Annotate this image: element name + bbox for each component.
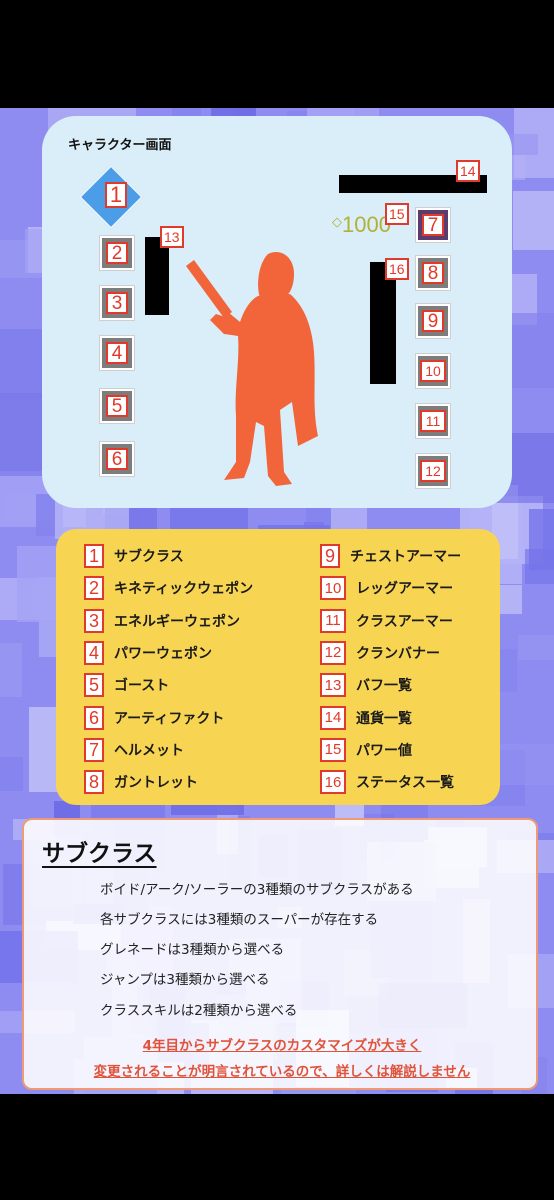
legend-item: 11 クラスアーマー xyxy=(320,608,453,633)
legend-item: 3 エネルギーウェポン xyxy=(84,608,240,633)
slot-number-2: 2 xyxy=(106,242,128,264)
legend-label: パワー値 xyxy=(356,742,412,759)
slot-number-4: 4 xyxy=(106,342,128,364)
legend-number: 13 xyxy=(320,673,346,698)
background-tile xyxy=(0,643,22,697)
background-tile xyxy=(525,549,554,584)
legend-number: 9 xyxy=(320,544,340,568)
legend-label: バフ一覧 xyxy=(356,678,412,695)
info-line: ジャンプは3種類から選べる xyxy=(100,972,270,988)
slot-number-5: 5 xyxy=(106,395,128,417)
slot-number-12: 12 xyxy=(420,460,446,482)
legend-item: 14 通貨一覧 xyxy=(320,705,412,730)
legend-item: 12 クランバナー xyxy=(320,640,440,665)
info-line: ボイド/アーク/ソーラーの3種類のサブクラスがある xyxy=(100,882,414,898)
info-line: グレネードは3種類から選べる xyxy=(100,942,285,958)
legend-item: 8 ガントレット xyxy=(84,770,198,795)
legend-number: 10 xyxy=(320,576,346,601)
slot-artifact[interactable]: 6 xyxy=(99,441,135,477)
subclass-info-box: サブクラス ボイド/アーク/ソーラーの3種類のサブクラスがある 各サブクラスには… xyxy=(22,818,538,1090)
legend-item: 10 レッグアーマー xyxy=(320,576,454,601)
legend-number: 3 xyxy=(84,608,104,633)
legend-label: クラスアーマー xyxy=(356,613,453,630)
slot-kinetic-weapon[interactable]: 2 xyxy=(99,235,135,271)
legend-item: 15 パワー値 xyxy=(320,737,412,762)
legend-label: レッグアーマー xyxy=(356,581,454,598)
legend-label: サブクラス xyxy=(114,549,184,565)
slot-helmet[interactable]: 7 xyxy=(415,207,451,243)
info-note-line-2: 変更されることが明言されているので、詳しくは解説しません xyxy=(93,1064,471,1080)
power-value-text: 1000 xyxy=(342,212,391,237)
legend-item: 7 ヘルメット xyxy=(84,737,184,762)
legend-number: 15 xyxy=(320,737,346,762)
screen-title: キャラクター画面 xyxy=(68,138,172,153)
info-title: サブクラス xyxy=(42,841,157,867)
slot-number-7: 7 xyxy=(422,214,444,236)
slot-leg-armor[interactable]: 10 xyxy=(415,353,451,389)
info-note-line-1: 4年目からサブクラスのカスタマイズが大きく xyxy=(142,1038,422,1054)
legend-number: 1 xyxy=(84,544,104,568)
legend-item: 1 サブクラス xyxy=(84,544,184,568)
legend-number: 12 xyxy=(320,640,346,665)
tag-15: 15 xyxy=(385,203,409,225)
slot-number-6: 6 xyxy=(106,448,128,470)
slot-class-armor[interactable]: 11 xyxy=(415,403,451,439)
legend-label: 通貨一覧 xyxy=(356,710,412,727)
legend-item: 16 ステータス一覧 xyxy=(320,770,454,795)
legend-label: ガントレット xyxy=(114,775,198,792)
legend-label: チェストアーマー xyxy=(350,549,462,565)
legend-number: 11 xyxy=(320,608,346,633)
legend-item: 2 キネティックウェポン xyxy=(84,576,254,601)
legend-item: 5 ゴースト xyxy=(84,673,170,698)
legend-number: 7 xyxy=(84,737,104,762)
stats-list-bar[interactable] xyxy=(370,262,396,384)
slot-number-9: 9 xyxy=(422,310,444,332)
legend-label: ヘルメット xyxy=(114,742,184,759)
info-line: クラススキルは2種類から選べる xyxy=(100,1003,298,1019)
legend-label: キネティックウェポン xyxy=(114,581,254,598)
background-tile xyxy=(518,635,554,660)
slot-gauntlets[interactable]: 8 xyxy=(415,255,451,291)
legend-label: ゴースト xyxy=(114,678,170,695)
slot-number-3: 3 xyxy=(106,292,128,314)
power-diamond-icon: ◇ xyxy=(332,214,342,229)
legend-label: エネルギーウェポン xyxy=(114,613,240,630)
character-silhouette xyxy=(186,252,318,486)
tag-16: 16 xyxy=(385,258,409,280)
tag-14: 14 xyxy=(456,160,480,182)
legend-number: 14 xyxy=(320,705,346,730)
info-line: 各サブクラスには3種類のスーパーが存在する xyxy=(100,912,379,928)
power-value: ◇1000 xyxy=(332,212,391,238)
legend-item: 9 チェストアーマー xyxy=(320,544,461,568)
legend-item: 6 アーティファクト xyxy=(84,705,225,730)
slot-number-8: 8 xyxy=(422,262,444,284)
slot-number-11: 11 xyxy=(420,410,446,432)
legend-number: 6 xyxy=(84,705,104,730)
slot-energy-weapon[interactable]: 3 xyxy=(99,285,135,321)
legend-number: 2 xyxy=(84,576,104,601)
legend-item: 4 パワーウェポン xyxy=(84,640,212,665)
slot-chest-armor[interactable]: 9 xyxy=(415,303,451,339)
slot-number-10: 10 xyxy=(420,360,446,382)
legend-label: パワーウェポン xyxy=(114,645,212,662)
background-tile xyxy=(513,191,554,250)
legend-panel xyxy=(56,529,500,805)
legend-number: 4 xyxy=(84,640,104,665)
background-tile xyxy=(0,757,23,791)
slot-number-1: 1 xyxy=(105,182,127,208)
slot-power-weapon[interactable]: 4 xyxy=(99,335,135,371)
legend-label: ステータス一覧 xyxy=(356,775,454,792)
buff-list-bar[interactable] xyxy=(145,237,169,315)
legend-label: クランバナー xyxy=(356,645,440,662)
slot-ghost[interactable]: 5 xyxy=(99,388,135,424)
legend-label: アーティファクト xyxy=(114,710,225,727)
legend-item: 13 バフ一覧 xyxy=(320,673,412,698)
legend-number: 16 xyxy=(320,770,346,795)
legend-number: 8 xyxy=(84,770,104,795)
slot-clan-banner[interactable]: 12 xyxy=(415,453,451,489)
legend-number: 5 xyxy=(84,673,104,698)
